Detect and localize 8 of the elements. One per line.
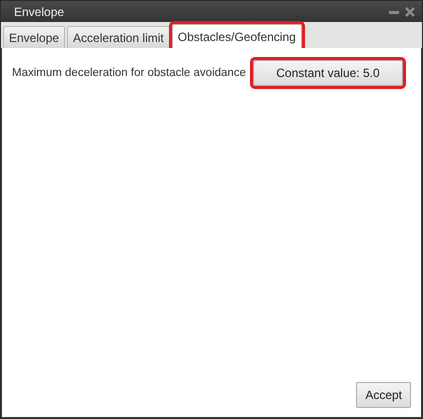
accept-button[interactable]: Accept	[356, 382, 411, 408]
setting-label: Maximum deceleration for obstacle avoidance	[12, 67, 246, 79]
value-button[interactable]: Constant value: 5.0	[252, 60, 403, 86]
tab[interactable]: Obstacles/Geofencing	[172, 24, 302, 48]
window-title: Envelope	[14, 4, 64, 18]
tab[interactable]: Envelope	[3, 26, 66, 48]
tab[interactable]: Acceleration limit	[67, 26, 170, 48]
close-icon[interactable]	[404, 6, 416, 18]
